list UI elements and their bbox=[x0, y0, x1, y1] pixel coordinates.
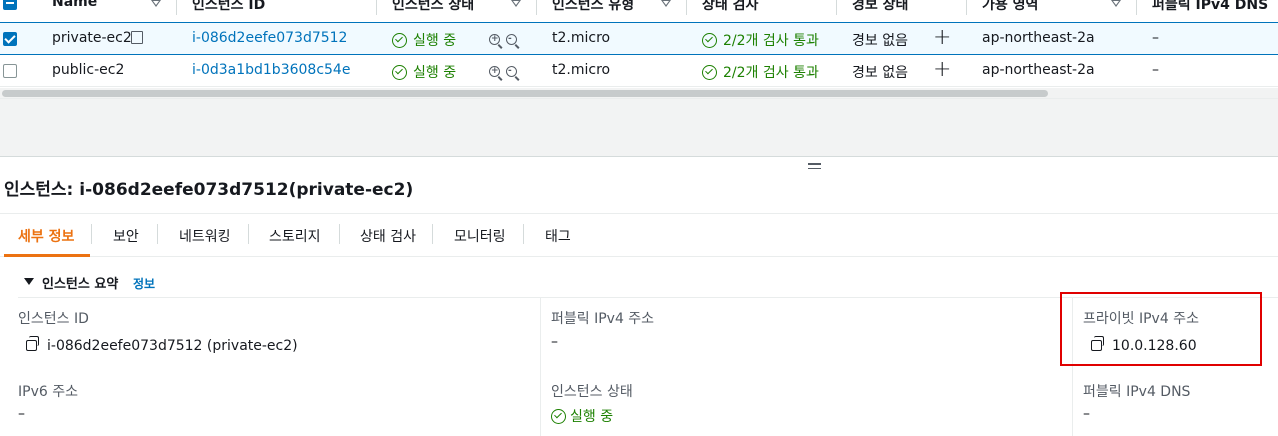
availability-zone: ap-northeast-2a bbox=[982, 62, 1095, 78]
public-dns: – bbox=[1152, 62, 1159, 78]
row-checkbox[interactable] bbox=[3, 64, 17, 78]
tab-status-checks[interactable]: 상태 검사 bbox=[360, 226, 416, 246]
zoom-in-icon[interactable]: + bbox=[489, 34, 500, 45]
tab-networking[interactable]: 네트워킹 bbox=[179, 226, 231, 246]
public-ipv4-label: 퍼블릭 IPv4 주소 bbox=[551, 311, 655, 327]
instance-id-label: 인스턴스 ID bbox=[18, 311, 89, 327]
table-row[interactable]: public-ec2 i-0d3a1bd1b3608c54e 실행 중 + - t… bbox=[0, 55, 1278, 87]
edit-icon[interactable] bbox=[131, 31, 143, 44]
zoom-out-icon[interactable]: - bbox=[506, 34, 517, 45]
header-alarm-status[interactable]: 경보 상태 bbox=[852, 0, 908, 14]
section-title[interactable]: 인스턴스 요약 bbox=[42, 273, 118, 292]
alarm-status: 경보 없음 bbox=[852, 33, 908, 49]
public-dns-label: 퍼블릭 IPv4 DNS bbox=[1083, 384, 1191, 400]
horizontal-scrollbar[interactable] bbox=[0, 88, 1278, 99]
row-checkbox[interactable] bbox=[3, 32, 17, 46]
success-icon bbox=[551, 409, 566, 424]
column-divider bbox=[540, 297, 541, 436]
zoom-icons[interactable]: + - bbox=[489, 64, 523, 80]
ipv6-label: IPv6 주소 bbox=[18, 384, 78, 400]
success-icon bbox=[392, 33, 407, 48]
sort-icon[interactable] bbox=[1111, 0, 1121, 7]
header-status-check[interactable]: 상태 검사 bbox=[702, 0, 758, 14]
highlight-box bbox=[1060, 292, 1262, 366]
tab-monitoring[interactable]: 모니터링 bbox=[454, 226, 506, 246]
scrollbar-thumb[interactable] bbox=[2, 90, 1048, 97]
table-header: Name 인스턴스 ID 인스턴스 상태 인스턴스 유형 상태 검사 경보 상태… bbox=[0, 0, 1278, 23]
public-dns: – bbox=[1152, 30, 1159, 46]
header-instance-id[interactable]: 인스턴스 ID bbox=[192, 0, 265, 14]
active-tab-indicator bbox=[4, 254, 90, 257]
sort-icon[interactable] bbox=[661, 0, 671, 7]
header-instance-state[interactable]: 인스턴스 상태 bbox=[392, 0, 474, 14]
table-row[interactable]: private-ec2 i-086d2eefe073d7512 실행 중 + - … bbox=[0, 22, 1278, 55]
detail-tabs: 세부 정보 보안 네트워킹 스토리지 상태 검사 모니터링 태그 bbox=[0, 213, 1278, 257]
instance-id-link[interactable]: i-0d3a1bd1b3608c54e bbox=[192, 62, 350, 78]
instance-state: 실행 중 bbox=[392, 62, 456, 82]
availability-zone: ap-northeast-2a bbox=[982, 30, 1095, 46]
split-panel-gap bbox=[0, 99, 1278, 157]
instance-state: 실행 중 bbox=[392, 30, 456, 50]
add-alarm-icon[interactable]: + bbox=[933, 27, 951, 49]
status-check: 2/2개 검사 통과 bbox=[702, 62, 819, 82]
tab-security[interactable]: 보안 bbox=[113, 226, 139, 246]
public-dns-value: – bbox=[1083, 406, 1090, 422]
instance-name: public-ec2 bbox=[52, 62, 125, 78]
resize-handle-icon[interactable] bbox=[808, 163, 821, 171]
header-availability-zone[interactable]: 가용 영역 bbox=[982, 0, 1038, 14]
zoom-out-icon[interactable]: - bbox=[506, 66, 517, 77]
page-title: 인스턴스: i-086d2eefe073d7512(private-ec2) bbox=[4, 180, 414, 200]
tab-details[interactable]: 세부 정보 bbox=[18, 226, 74, 246]
instance-id-link[interactable]: i-086d2eefe073d7512 bbox=[192, 30, 347, 46]
instance-id-value: i-086d2eefe073d7512 (private-ec2) bbox=[26, 336, 298, 354]
success-icon bbox=[702, 33, 717, 48]
sort-icon[interactable] bbox=[511, 0, 521, 7]
instance-name: private-ec2 bbox=[52, 30, 132, 46]
header-name[interactable]: Name bbox=[52, 0, 97, 10]
info-link[interactable]: 정보 bbox=[133, 275, 155, 292]
instance-state-value: 실행 중 bbox=[551, 406, 613, 426]
copy-icon[interactable] bbox=[26, 336, 39, 351]
collapse-caret-icon[interactable] bbox=[24, 278, 34, 285]
instance-type: t2.micro bbox=[552, 62, 611, 78]
select-all-checkbox[interactable] bbox=[3, 0, 17, 10]
zoom-in-icon[interactable]: + bbox=[489, 66, 500, 77]
ipv6-value: – bbox=[18, 406, 25, 422]
tab-tags[interactable]: 태그 bbox=[545, 226, 571, 246]
tab-storage[interactable]: 스토리지 bbox=[269, 226, 321, 246]
instance-type: t2.micro bbox=[552, 30, 611, 46]
success-icon bbox=[702, 65, 717, 80]
success-icon bbox=[392, 65, 407, 80]
header-instance-type[interactable]: 인스턴스 유형 bbox=[552, 0, 634, 14]
status-check: 2/2개 검사 통과 bbox=[702, 30, 819, 50]
add-alarm-icon[interactable]: + bbox=[933, 59, 951, 81]
zoom-icons[interactable]: + - bbox=[489, 32, 523, 48]
instance-state-label: 인스턴스 상태 bbox=[551, 384, 633, 400]
public-ipv4-value: – bbox=[551, 334, 558, 350]
sort-icon[interactable] bbox=[151, 0, 161, 7]
header-public-dns[interactable]: 퍼블릭 IPv4 DNS bbox=[1152, 0, 1268, 14]
alarm-status: 경보 없음 bbox=[852, 65, 908, 81]
